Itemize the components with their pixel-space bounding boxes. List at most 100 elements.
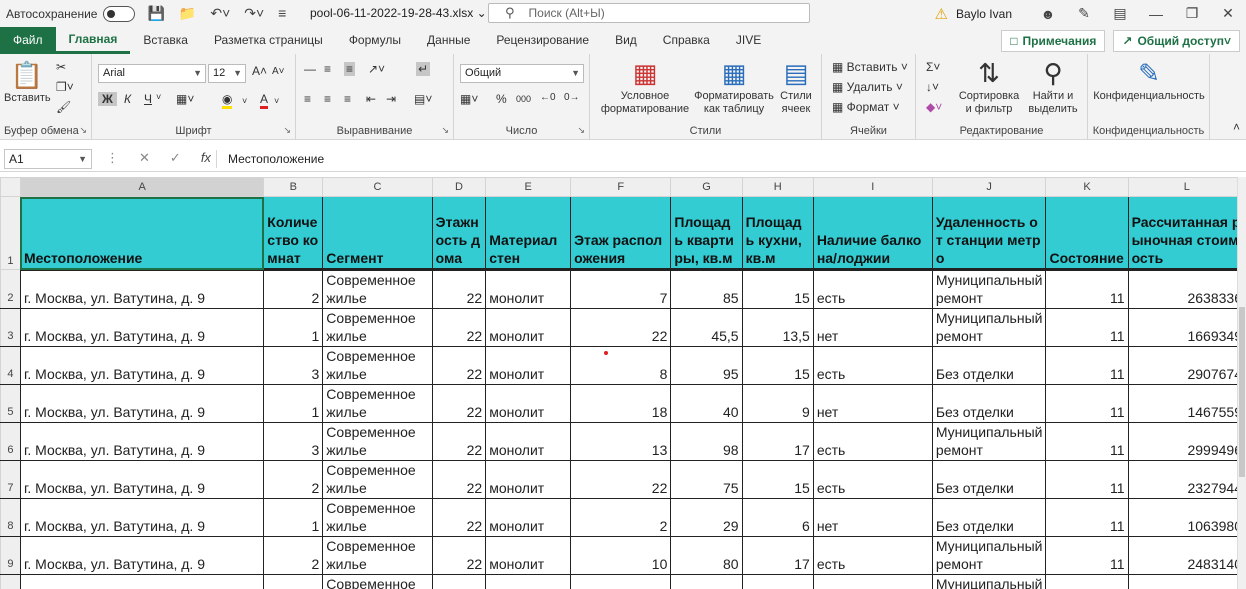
cell-a[interactable]: г. Москва, ул. Ватутина, д. 9 bbox=[20, 308, 265, 347]
cell-l[interactable]: 2483140 bbox=[1128, 536, 1246, 575]
cell-h[interactable]: 15 bbox=[742, 346, 814, 385]
cell-d[interactable]: 22 bbox=[432, 269, 487, 309]
cell-b[interactable]: 2 bbox=[263, 536, 324, 575]
decrease-decimal-icon[interactable]: 0→ bbox=[564, 92, 580, 103]
cancel-icon[interactable]: ✕ bbox=[139, 150, 150, 166]
cell-j[interactable]: Муниципальный ремонт bbox=[932, 308, 1047, 347]
cell-j[interactable]: Без отделки bbox=[932, 384, 1047, 423]
cell-b[interactable]: 3 bbox=[263, 346, 324, 385]
header-cell[interactable]: Количество комнат bbox=[263, 196, 324, 271]
cell-d[interactable]: 22 bbox=[432, 498, 487, 537]
person-icon[interactable]: ☻ bbox=[1030, 6, 1066, 22]
column-header[interactable]: F bbox=[570, 177, 672, 197]
cell-h[interactable]: 13,5 bbox=[742, 308, 814, 347]
copy-icon[interactable]: ❐˅ bbox=[56, 80, 74, 94]
paste-button[interactable]: 📋 Вставить bbox=[4, 58, 51, 105]
cell-b[interactable]: 3 bbox=[263, 422, 324, 461]
cell-d[interactable]: 22 bbox=[432, 308, 487, 347]
cell-a[interactable]: г. Москва, ул. Ватутина, д. 9 bbox=[20, 346, 265, 385]
cell-f[interactable]: 2 bbox=[570, 498, 672, 537]
cell-j[interactable]: Муниципальный ремонт bbox=[932, 422, 1047, 461]
cell-f[interactable]: 7 bbox=[570, 269, 672, 309]
font-size-select[interactable]: 12 ▼ bbox=[208, 64, 246, 83]
tab-formulas[interactable]: Формулы bbox=[336, 27, 414, 54]
cell-g[interactable]: 40 bbox=[670, 384, 743, 423]
percent-button[interactable]: % bbox=[496, 92, 507, 106]
column-header[interactable]: G bbox=[670, 177, 743, 197]
dialog-launcher-icon[interactable]: ↘ bbox=[79, 125, 87, 136]
header-cell[interactable]: Сегмент bbox=[322, 196, 433, 271]
cell-b[interactable]: 1 bbox=[263, 384, 324, 423]
cell-f[interactable]: 13 bbox=[570, 422, 672, 461]
cell-h[interactable]: 9 bbox=[742, 384, 814, 423]
cell-f[interactable]: 14 bbox=[570, 574, 672, 589]
align-bottom-icon[interactable]: ≡ bbox=[344, 62, 356, 76]
cell-d[interactable]: 22 bbox=[432, 422, 487, 461]
row-header[interactable]: 10 bbox=[0, 574, 21, 589]
cell-j[interactable]: Без отделки bbox=[932, 460, 1047, 499]
cell-g[interactable]: 75 bbox=[670, 460, 743, 499]
merge-center-icon[interactable]: ▤˅ bbox=[414, 92, 432, 106]
cell-i[interactable]: нет bbox=[813, 498, 933, 537]
cell-g[interactable]: 45,5 bbox=[670, 308, 743, 347]
tab-data[interactable]: Данные bbox=[414, 27, 483, 54]
cell-k[interactable]: 11 bbox=[1045, 460, 1129, 499]
customize-qat-icon[interactable]: ≡ bbox=[278, 5, 286, 22]
scrollbar-thumb[interactable] bbox=[1239, 307, 1245, 477]
cell-i[interactable]: есть bbox=[813, 346, 933, 385]
column-header[interactable]: E bbox=[485, 177, 572, 197]
autosum-icon[interactable]: Σ˅ bbox=[926, 60, 940, 74]
cell-i[interactable]: нет bbox=[813, 384, 933, 423]
cell-d[interactable]: 22 bbox=[432, 574, 487, 589]
cell-l[interactable]: 2999496 bbox=[1128, 422, 1246, 461]
header-cell[interactable]: Рассчитанная рыночная стоимость bbox=[1128, 196, 1246, 271]
cell-l[interactable]: 2327944 bbox=[1128, 460, 1246, 499]
header-cell[interactable]: Удаленность от станции метро bbox=[932, 196, 1047, 271]
row-header[interactable]: 8 bbox=[0, 498, 21, 537]
tab-file[interactable]: Файл bbox=[0, 27, 56, 54]
font-name-select[interactable]: Arial ▼ bbox=[98, 64, 206, 83]
cell-g[interactable]: 80 bbox=[670, 536, 743, 575]
cell-b[interactable]: 2 bbox=[263, 269, 324, 309]
cell-b[interactable]: 2 bbox=[263, 460, 324, 499]
tab-help[interactable]: Справка bbox=[650, 27, 723, 54]
cell-styles-button[interactable]: ▤ Стили ячеек bbox=[774, 56, 818, 116]
format-painter-icon[interactable]: 🖌 bbox=[56, 100, 71, 114]
share-button[interactable]: ↗ Общий доступ ˅ bbox=[1113, 30, 1240, 52]
cell-i[interactable]: нет bbox=[813, 308, 933, 347]
header-cell[interactable]: Площадь кухни, кв.м bbox=[742, 196, 814, 271]
cell-a[interactable]: г. Москва, ул. Ватутина, д. 9 bbox=[20, 536, 265, 575]
cell-l[interactable]: 2907674 bbox=[1128, 346, 1246, 385]
cell-j[interactable]: Без отделки bbox=[932, 498, 1047, 537]
tab-jive[interactable]: JIVE bbox=[723, 27, 774, 54]
ribbon-display-icon[interactable]: ▤ bbox=[1102, 5, 1138, 22]
notes-button[interactable]: □ Примечания bbox=[1001, 30, 1106, 52]
align-middle-icon[interactable]: ≡ bbox=[324, 62, 331, 76]
cell-k[interactable]: 11 bbox=[1045, 384, 1129, 423]
name-box[interactable]: A1 ▼ bbox=[4, 149, 92, 169]
row-header[interactable]: 5 bbox=[0, 384, 21, 423]
cell-h[interactable]: 15 bbox=[742, 269, 814, 309]
cell-e[interactable]: монолит bbox=[485, 422, 572, 461]
cell-c[interactable]: Современное жилье bbox=[322, 460, 433, 499]
wrap-text-icon[interactable]: ↵ bbox=[416, 62, 431, 76]
cell-h[interactable]: 17 bbox=[742, 536, 814, 575]
cell-e[interactable]: монолит bbox=[485, 498, 572, 537]
row-header[interactable]: 1 bbox=[0, 196, 21, 270]
find-select-button[interactable]: ⚲ Найти и выделить bbox=[1022, 56, 1084, 116]
cell-g[interactable]: 105 bbox=[670, 574, 743, 589]
align-right-icon[interactable]: ≡ bbox=[344, 92, 351, 106]
cell-k[interactable]: 11 bbox=[1045, 422, 1129, 461]
format-as-table-button[interactable]: ▦ Форматировать как таблицу bbox=[694, 56, 774, 116]
cell-g[interactable]: 85 bbox=[670, 269, 743, 309]
cell-d[interactable]: 22 bbox=[432, 384, 487, 423]
underline-button[interactable]: Ч bbox=[144, 92, 152, 106]
increase-indent-icon[interactable]: ⇥ bbox=[386, 92, 396, 106]
insert-function-icon[interactable]: fx bbox=[201, 150, 211, 166]
cell-h[interactable]: 15,1 bbox=[742, 574, 814, 589]
cell-c[interactable]: Современное жилье bbox=[322, 308, 433, 347]
cell-f[interactable]: 22 bbox=[570, 460, 672, 499]
cell-d[interactable]: 22 bbox=[432, 346, 487, 385]
column-header[interactable]: L bbox=[1127, 177, 1246, 197]
cell-l[interactable]: 1467559 bbox=[1128, 384, 1246, 423]
